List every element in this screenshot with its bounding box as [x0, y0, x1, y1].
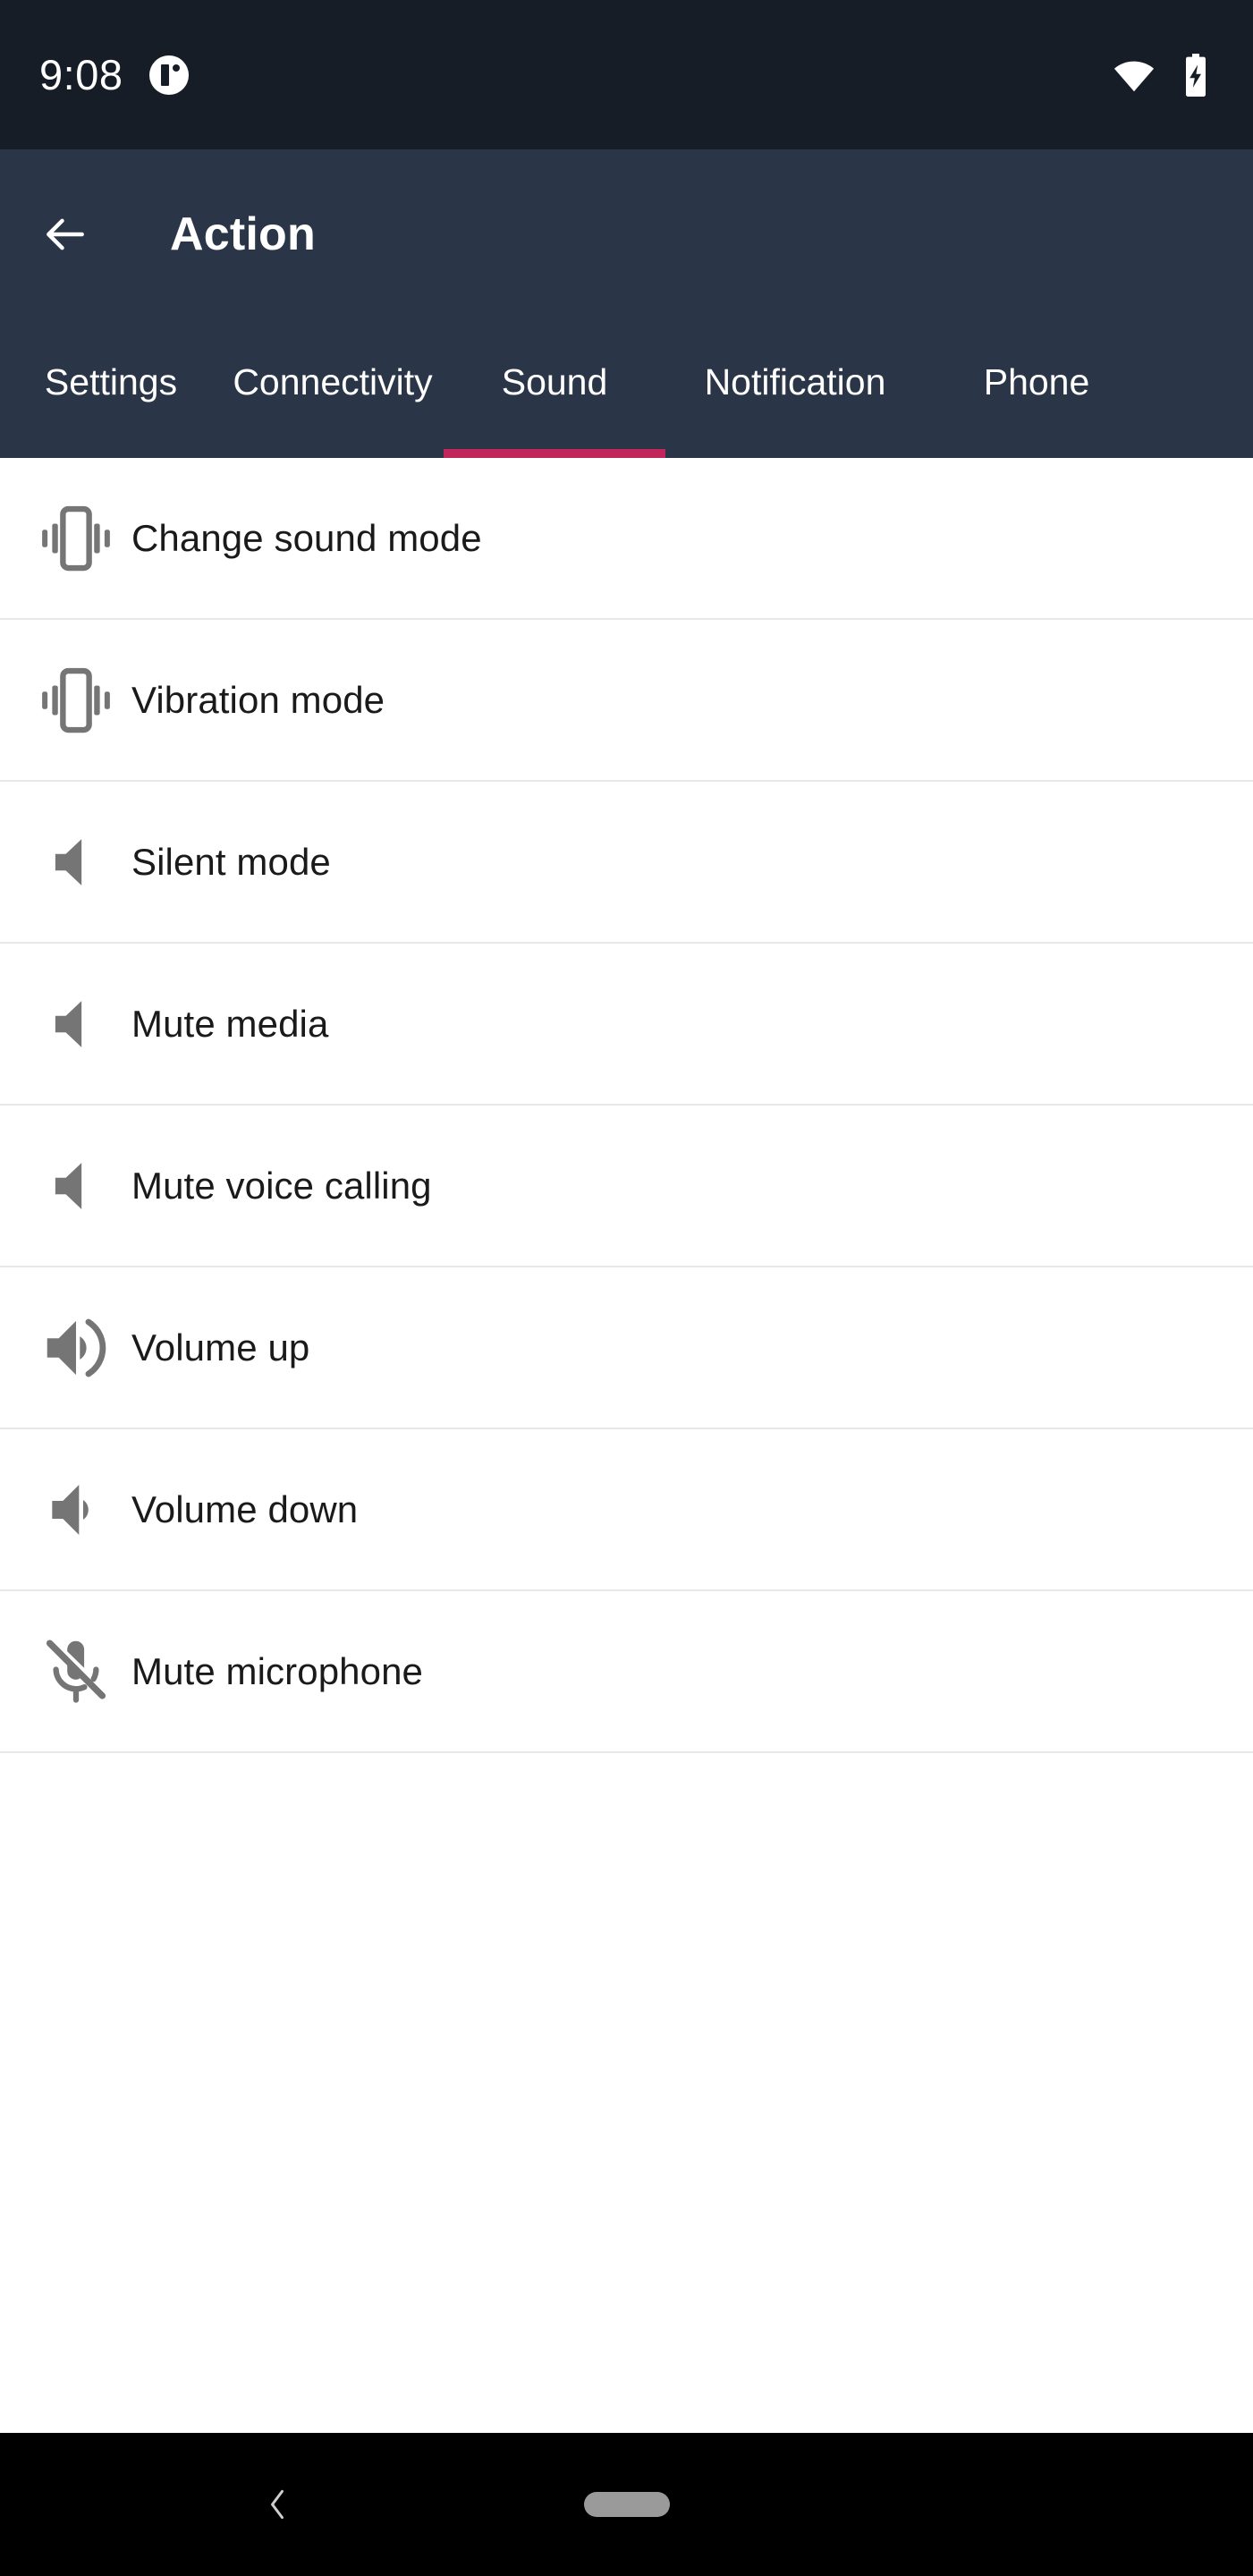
system-navigation-bar — [0, 2433, 1253, 2576]
tab-connectivity[interactable]: Connectivity — [222, 319, 444, 458]
app-bar: Action — [0, 149, 1253, 319]
list-item-label: Volume down — [131, 1487, 359, 1530]
list-item-label: Mute voice calling — [131, 1164, 432, 1207]
battery-charging-icon — [1178, 53, 1214, 97]
phone-screen: 9:08 Action Settings Connectivity Sound — [0, 0, 1253, 2576]
tab-sound[interactable]: Sound — [444, 319, 665, 458]
list-item-label: Silent mode — [131, 840, 331, 883]
list-item[interactable]: Mute media — [0, 944, 1253, 1106]
chevron-left-icon — [271, 2489, 284, 2520]
tab-notification[interactable]: Notification — [665, 319, 925, 458]
action-list: Change sound mode Vibration mode Silent … — [0, 458, 1253, 2433]
list-item[interactable]: Volume up — [0, 1267, 1253, 1429]
tab-phone[interactable]: Phone — [925, 319, 1148, 458]
list-item-label: Volume up — [131, 1326, 310, 1368]
volume-down-icon — [27, 1461, 125, 1559]
list-item-label: Mute microphone — [131, 1649, 423, 1692]
home-pill-icon[interactable] — [583, 2492, 670, 2517]
status-bar-right — [1113, 53, 1214, 97]
list-item[interactable]: Volume down — [0, 1429, 1253, 1591]
list-item-label: Change sound mode — [131, 516, 482, 559]
list-item[interactable]: Mute voice calling — [0, 1106, 1253, 1267]
status-bar: 9:08 — [0, 0, 1253, 149]
volume-mute-icon — [27, 813, 125, 911]
vibration-icon — [27, 651, 125, 750]
status-bar-clock: 9:08 — [39, 51, 123, 98]
arrow-left-icon — [47, 218, 84, 250]
system-back-button[interactable] — [250, 2478, 304, 2531]
tab-settings[interactable]: Settings — [0, 319, 222, 458]
list-item[interactable]: Mute microphone — [0, 1591, 1253, 1753]
list-item-label: Vibration mode — [131, 678, 385, 721]
wifi-icon — [1113, 55, 1155, 96]
list-item[interactable]: Change sound mode — [0, 458, 1253, 620]
list-item[interactable]: Silent mode — [0, 782, 1253, 944]
page-title: Action — [170, 208, 316, 260]
vibration-icon — [27, 489, 125, 588]
tab-bar: Settings Connectivity Sound Notification… — [0, 319, 1253, 458]
volume-up-icon — [27, 1299, 125, 1397]
volume-mute-icon — [27, 975, 125, 1073]
list-item-label: Mute media — [131, 1002, 329, 1045]
app-circle-icon — [149, 55, 190, 95]
volume-mute-icon — [27, 1137, 125, 1235]
microphone-off-icon — [27, 1623, 125, 1721]
list-item[interactable]: Vibration mode — [0, 620, 1253, 782]
back-button[interactable] — [39, 208, 91, 260]
status-bar-left: 9:08 — [39, 50, 190, 99]
